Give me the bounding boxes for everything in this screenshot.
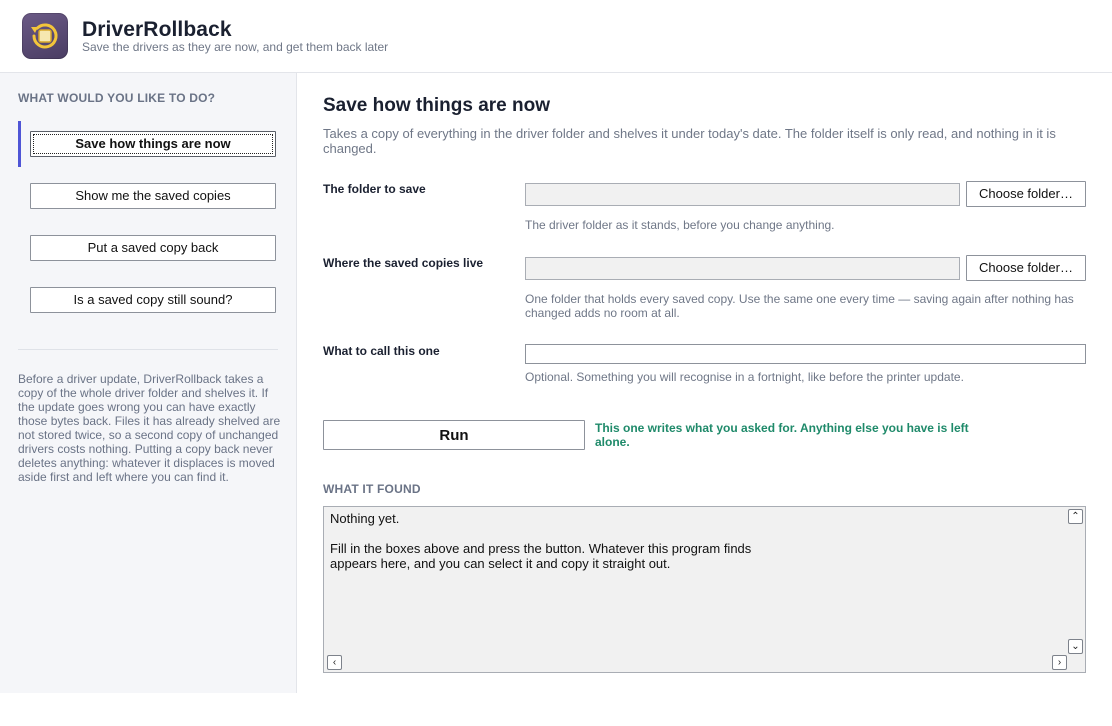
results-text[interactable]: Nothing yet. Fill in the boxes above and…	[330, 511, 1060, 571]
name-hint: Optional. Something you will recognise i…	[525, 370, 964, 384]
nav-show-copies-button[interactable]: Show me the saved copies	[30, 183, 276, 209]
store-label: Where the saved copies live	[323, 256, 484, 270]
sidebar-description: Before a driver update, DriverRollback t…	[18, 372, 281, 484]
scroll-down-icon[interactable]: ⌄	[1068, 639, 1083, 654]
name-label: What to call this one	[323, 344, 440, 358]
app-title: DriverRollback	[82, 18, 232, 41]
nav-restore-button[interactable]: Put a saved copy back	[30, 235, 276, 261]
results-output[interactable]: Nothing yet. Fill in the boxes above and…	[323, 506, 1086, 673]
page-title: Save how things are now	[323, 95, 550, 116]
folder-path-field[interactable]	[525, 183, 960, 206]
name-input[interactable]	[525, 344, 1086, 364]
page-description: Takes a copy of everything in the driver…	[323, 126, 1056, 156]
app-tagline: Save the drivers as they are now, and ge…	[82, 40, 389, 54]
choose-store-button[interactable]: Choose folder…	[966, 255, 1086, 281]
store-hint: One folder that holds every saved copy. …	[525, 292, 1074, 320]
folder-label: The folder to save	[323, 182, 426, 196]
sidebar-heading: WHAT WOULD YOU LIKE TO DO?	[18, 91, 216, 105]
driver-box-rollback-icon	[22, 13, 68, 59]
run-note: This one writes what you asked for. Anyt…	[595, 421, 969, 449]
folder-hint: The driver folder as it stands, before y…	[525, 218, 835, 232]
main-panel: Save how things are now Takes a copy of …	[323, 73, 1093, 693]
scroll-up-icon[interactable]: ⌃	[1068, 509, 1083, 524]
app-header: DriverRollback Save the drivers as they …	[0, 0, 1112, 73]
scroll-left-icon[interactable]: ‹	[327, 655, 342, 670]
active-indicator	[18, 121, 21, 167]
run-button[interactable]: Run	[323, 420, 585, 450]
results-heading: WHAT IT FOUND	[323, 482, 421, 496]
sidebar: WHAT WOULD YOU LIKE TO DO? Save how thin…	[0, 73, 297, 693]
sidebar-divider	[18, 349, 278, 350]
nav-verify-button[interactable]: Is a saved copy still sound?	[30, 287, 276, 313]
store-path-field[interactable]	[525, 257, 960, 280]
nav-save-button[interactable]: Save how things are now	[30, 131, 276, 157]
choose-folder-button[interactable]: Choose folder…	[966, 181, 1086, 207]
scroll-right-icon[interactable]: ›	[1052, 655, 1067, 670]
